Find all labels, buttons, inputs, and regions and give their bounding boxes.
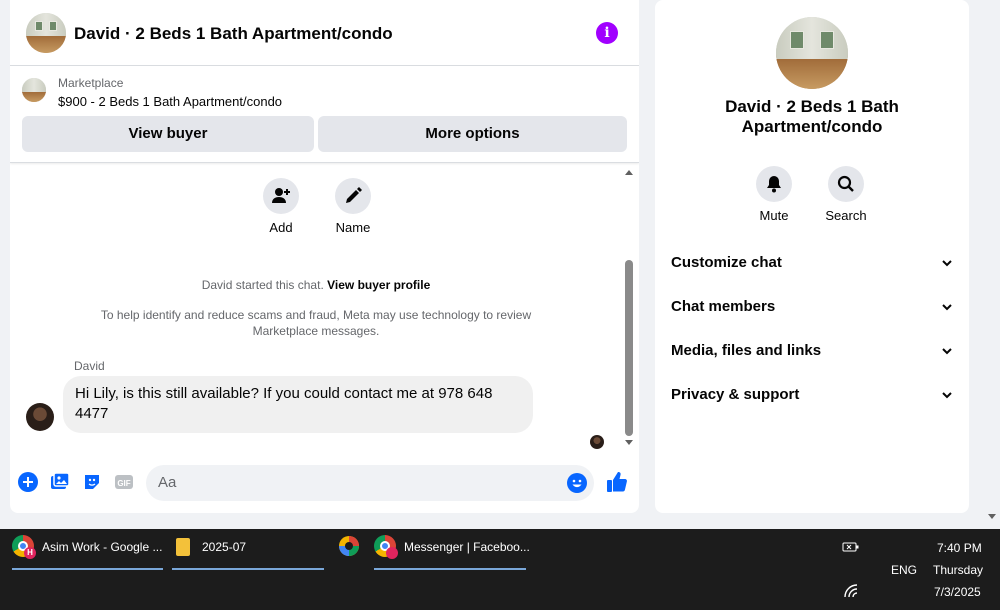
chat-header: David · 2 Beds 1 Bath Apartment/condo i [10,0,639,66]
emoji-icon[interactable] [567,473,587,493]
media-files-links-section[interactable]: Media, files and links [671,339,953,363]
taskbar-chrome-messenger[interactable]: Messenger | Faceboo... [374,535,530,570]
gif-icon[interactable]: GIF [113,471,135,493]
section-label: Privacy & support [671,386,800,403]
sender-name: David [74,359,105,373]
chat-members-section[interactable]: Chat members [671,295,953,319]
chevron-down-icon [942,348,952,355]
listing-title[interactable]: $900 - 2 Beds 1 Bath Apartment/condo [58,94,282,109]
sender-avatar[interactable] [26,403,54,431]
started-text: David started this chat. [201,278,324,292]
gif-label: GIF [117,479,130,488]
message-scrollbar[interactable] [624,166,634,450]
thumbs-up-icon[interactable] [605,470,629,494]
active-indicator [374,568,526,570]
listing-avatar[interactable] [26,13,66,53]
message-input[interactable]: Aa [146,465,594,501]
seen-receipt-avatar [590,435,604,449]
taskbar-chrome-asim-work[interactable]: H Asim Work - Google ... [12,535,163,570]
taskbar-item-label: 2025-07 [202,540,247,554]
plus-icon[interactable] [17,471,39,493]
section-label: Media, files and links [671,342,822,359]
message-composer: GIF Aa [10,455,639,513]
windows-taskbar: H Asim Work - Google ... 2025-07 Messeng… [0,529,1000,610]
chat-panel: David · 2 Beds 1 Bath Apartment/condo i … [10,0,639,513]
scroll-thumb[interactable] [625,260,633,436]
add-people-action[interactable]: Add [251,178,311,235]
bell-icon [756,166,792,202]
clock-time[interactable]: 7:40 PM [937,541,982,555]
info-listing-photo[interactable] [776,17,848,89]
view-buyer-profile-link[interactable]: View buyer profile [327,278,430,292]
taskbar-item-label: Asim Work - Google ... [42,540,163,554]
chevron-down-icon [942,260,952,267]
message-bubble[interactable]: Hi Lily, is this still available? If you… [63,376,533,433]
photo-icon[interactable] [49,471,71,493]
name-action[interactable]: Name [323,178,383,235]
pencil-icon [335,178,371,214]
chevron-down-icon [942,392,952,399]
conversation-info-panel: David · 2 Beds 1 Bath Apartment/condo Mu… [655,0,969,513]
section-label: Customize chat [671,254,782,271]
app-swirl-icon [339,536,359,556]
active-indicator [172,568,324,570]
profile-badge: H [24,547,36,559]
folder-icon [176,538,190,556]
scroll-up-arrow-icon[interactable] [625,170,633,175]
add-person-icon [263,178,299,214]
active-indicator [12,568,163,570]
name-label: Name [335,220,371,235]
taskbar-folder-2025-07[interactable]: 2025-07 [172,535,324,570]
listing-thumbnail [22,78,46,102]
add-label: Add [269,220,293,235]
privacy-support-section[interactable]: Privacy & support [671,383,953,407]
message-list: Add Name David started this chat. View b… [10,164,639,454]
chat-started-note: David started this chat. View buyer prof… [10,278,622,292]
mute-label: Mute [759,208,789,223]
info-title: David · 2 Beds 1 Bath Apartment/condo [725,97,899,136]
marketplace-banner: Marketplace $900 - 2 Beds 1 Bath Apartme… [10,66,639,163]
view-buyer-button[interactable]: View buyer [22,116,314,152]
profile-badge-icon [386,547,398,559]
clock-date[interactable]: 7/3/2025 [934,585,981,599]
safety-notice: To help identify and reduce scams and fr… [100,308,532,338]
battery-icon[interactable] [842,541,860,556]
taskbar-app-icon[interactable] [338,535,362,568]
info-icon[interactable]: i [596,22,618,44]
sticker-icon[interactable] [81,471,103,493]
customize-chat-section[interactable]: Customize chat [671,251,953,275]
taskbar-item-label: Messenger | Faceboo... [404,540,530,554]
page-scroll-down-arrow-icon[interactable] [988,514,996,519]
language-indicator[interactable]: ENG [891,563,917,577]
scroll-down-arrow-icon[interactable] [625,440,633,445]
marketplace-label: Marketplace [58,76,124,90]
mute-action[interactable]: Mute [739,166,809,223]
more-options-button[interactable]: More options [318,116,627,152]
section-label: Chat members [671,298,776,315]
search-label: Search [825,208,867,223]
chat-title[interactable]: David · 2 Beds 1 Bath Apartment/condo [74,24,393,44]
chevron-down-icon [942,304,952,311]
search-action[interactable]: Search [811,166,881,223]
wifi-icon[interactable] [844,584,860,601]
search-icon [828,166,864,202]
clock-day[interactable]: Thursday [933,563,983,577]
